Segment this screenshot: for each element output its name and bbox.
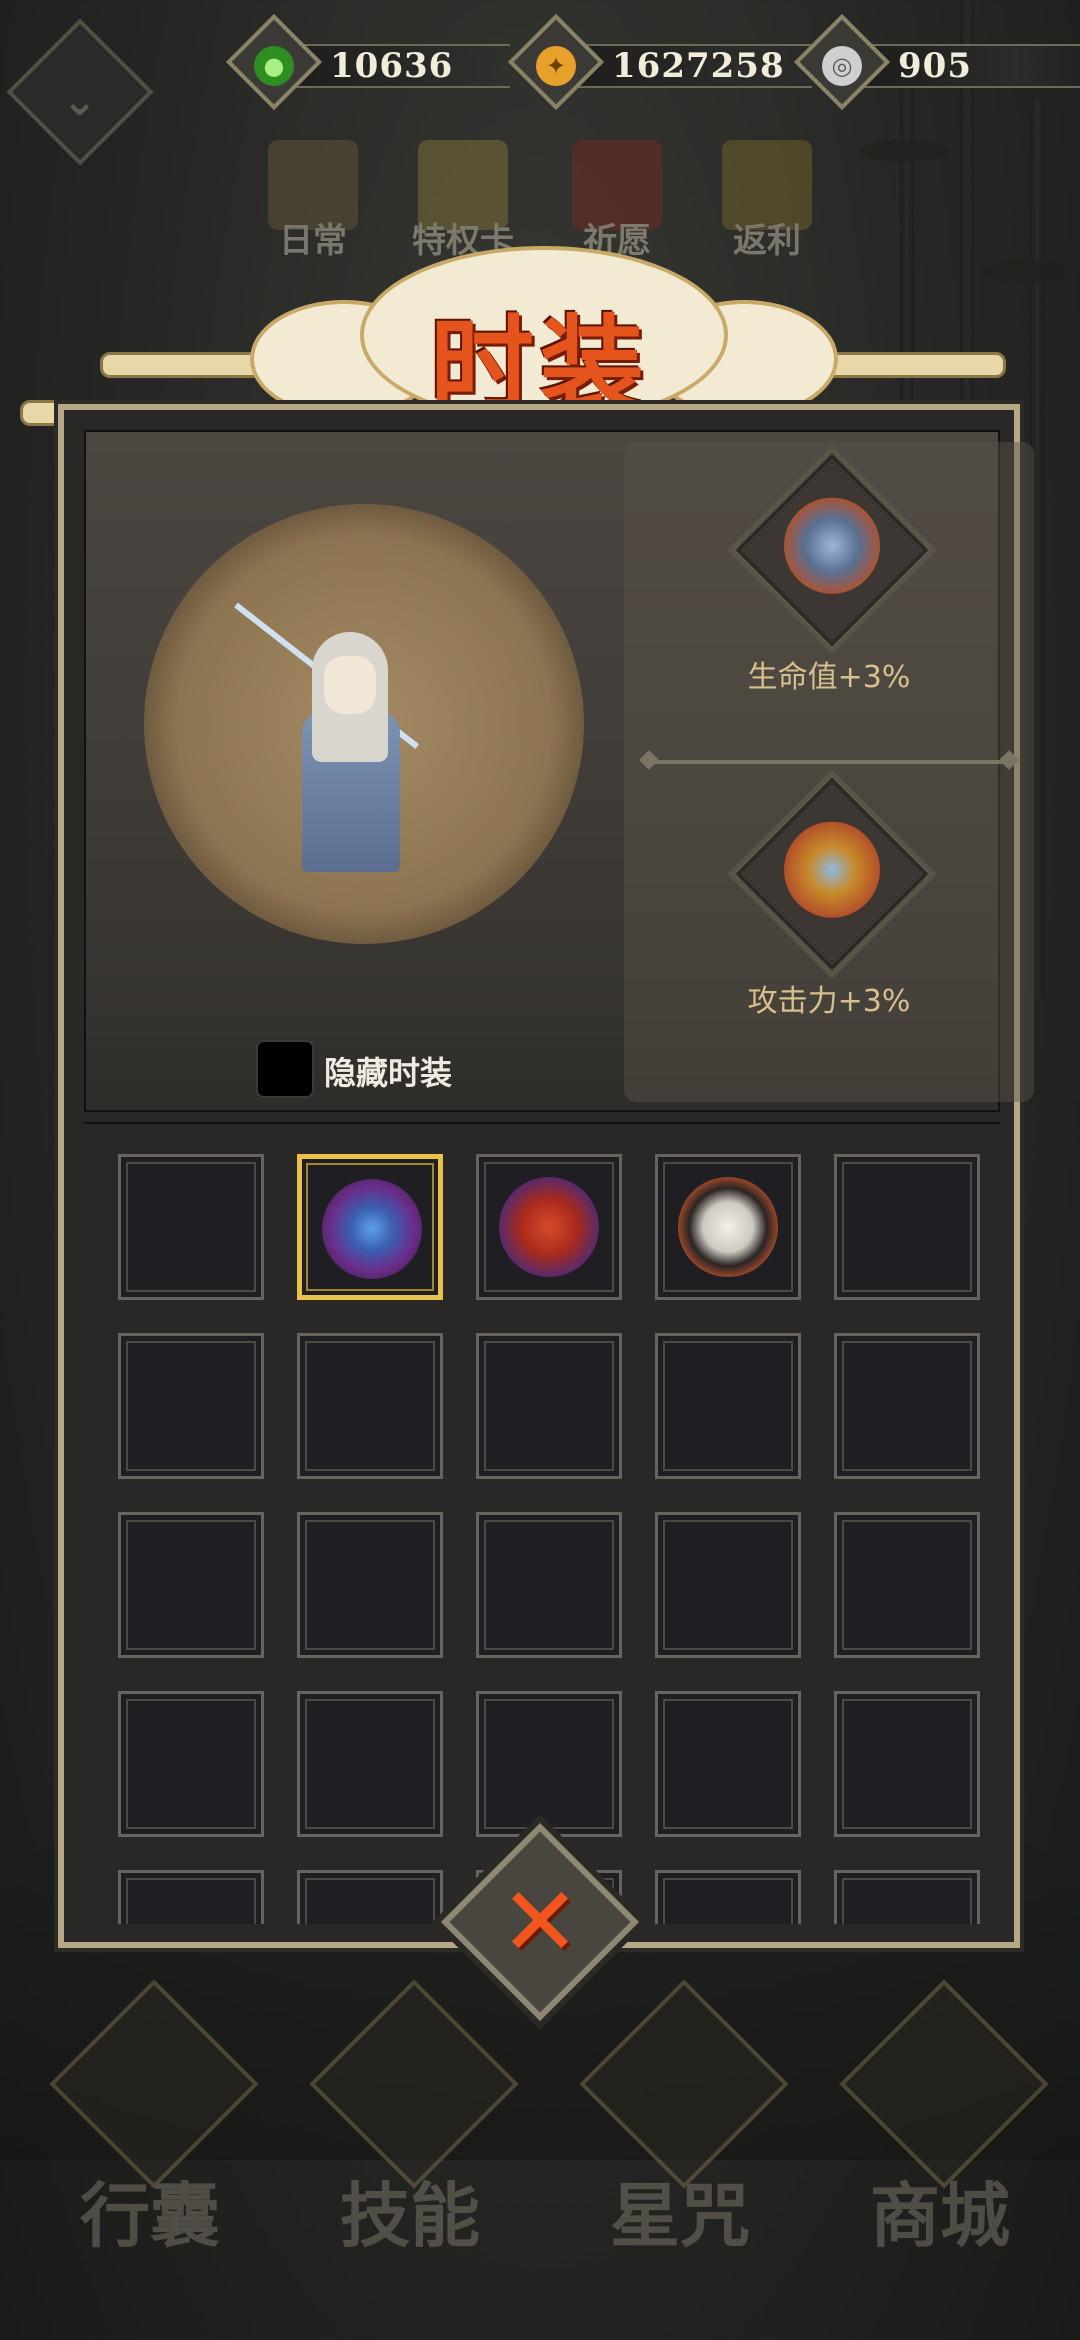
bottom-nav-label: 技能 — [340, 2174, 480, 2257]
bottom-nav-shop[interactable]: 商城 — [839, 1979, 1049, 2260]
costume-panel: 隐藏时装 生命值+3% 攻击力+3% — [58, 404, 1034, 1948]
top-menu-rebate[interactable]: 返利 — [712, 140, 822, 270]
costume-slot[interactable] — [655, 1333, 801, 1479]
bamboo-leaf — [980, 260, 1070, 282]
costume-slot[interactable] — [476, 1512, 622, 1658]
costume-slot[interactable] — [476, 1691, 622, 1837]
currency-value: 10636 — [330, 46, 454, 86]
top-menu-label: 日常 — [279, 221, 347, 261]
gold-coin-icon: ✦ — [536, 46, 576, 86]
costume-slot[interactable] — [118, 1691, 264, 1837]
star-scroll-icon — [579, 1979, 789, 2189]
costume-slot[interactable] — [834, 1512, 980, 1658]
costume-slot[interactable] — [118, 1870, 264, 1924]
shop-icon — [839, 1979, 1049, 2189]
top-menu-daily[interactable]: 日常 — [258, 140, 368, 270]
costume-slot[interactable] — [297, 1512, 443, 1658]
bottom-nav-bag[interactable]: 行囊 — [49, 1979, 259, 2260]
bottom-nav-label: 商城 — [870, 2174, 1010, 2257]
character-avatar — [234, 602, 420, 882]
white-robe-icon — [678, 1177, 778, 1277]
costume-slot[interactable] — [834, 1333, 980, 1479]
jade-icon: ● — [254, 46, 294, 86]
bamboo-leaf — [860, 140, 950, 162]
bottom-nav-skills[interactable]: 技能 — [309, 1979, 519, 2260]
costume-slot[interactable] — [834, 1154, 980, 1300]
costume-slot[interactable] — [655, 1691, 801, 1837]
costume-slot[interactable] — [297, 1691, 443, 1837]
hide-costume-checkbox[interactable] — [256, 1040, 314, 1098]
dragon-blade-icon — [309, 1979, 519, 2189]
hide-costume-label: 隐藏时装 — [324, 1054, 453, 1092]
costume-slot[interactable] — [476, 1154, 622, 1300]
character-face — [324, 656, 376, 714]
costume-slot[interactable] — [297, 1870, 443, 1924]
bonus-divider — [639, 750, 1019, 770]
costume-preview: 隐藏时装 生命值+3% 攻击力+3% — [84, 430, 1034, 1112]
currency-value: 905 — [898, 46, 972, 86]
costume-slot[interactable] — [118, 1512, 264, 1658]
chevron-down-icon: ⌄ — [62, 76, 98, 125]
costume-slot[interactable] — [655, 1512, 801, 1658]
bonus-hp-text: 生命值+3% — [747, 660, 911, 695]
currency-value: 1627258 — [612, 46, 785, 86]
costume-grid — [84, 1122, 1000, 1924]
silver-coin-icon: ◎ — [822, 46, 862, 86]
costume-slot[interactable] — [655, 1870, 801, 1924]
costume-slot[interactable] — [834, 1870, 980, 1924]
sword-icon — [735, 777, 929, 971]
costume-slot[interactable] — [118, 1154, 264, 1300]
costume-slot[interactable] — [655, 1154, 801, 1300]
bonus-atk-text: 攻击力+3% — [747, 984, 911, 1019]
bottom-nav-star-spell[interactable]: 星咒 — [579, 1979, 789, 2260]
bag-icon — [49, 1979, 259, 2189]
costume-slot[interactable] — [834, 1691, 980, 1837]
bonus-panel: 生命值+3% 攻击力+3% — [624, 442, 1034, 1102]
costume-slot[interactable] — [476, 1333, 622, 1479]
costume-slot-selected[interactable] — [297, 1154, 443, 1300]
costume-slot[interactable] — [297, 1333, 443, 1479]
robe-icon — [735, 453, 929, 647]
bottom-nav-label: 星咒 — [610, 2174, 750, 2257]
fan-staff-icon — [322, 1179, 422, 1279]
close-icon: ✕ — [499, 1866, 581, 1978]
costume-slot[interactable] — [118, 1333, 264, 1479]
top-menu-label: 返利 — [733, 221, 801, 261]
bottom-nav-label: 行囊 — [80, 2174, 220, 2257]
red-armor-icon — [499, 1177, 599, 1277]
